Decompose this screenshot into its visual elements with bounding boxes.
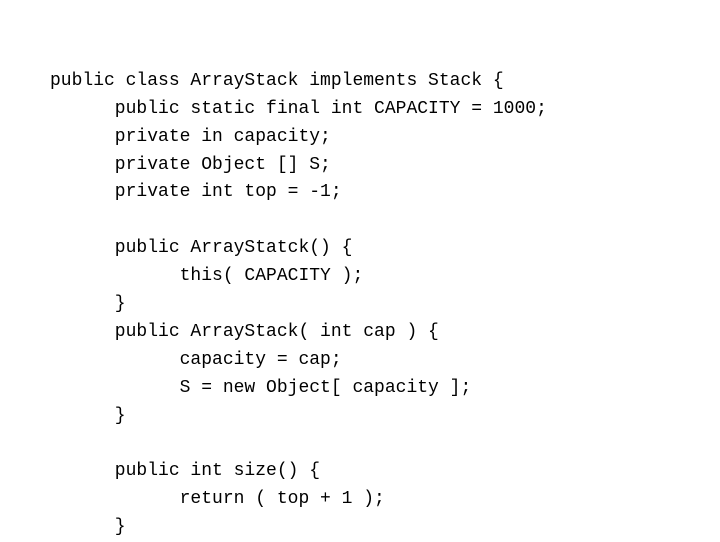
code-line-9: public ArrayStack( int cap ) {	[50, 319, 670, 347]
code-line-3: private Object [] S;	[50, 152, 670, 180]
code-line-10: capacity = cap;	[50, 347, 670, 375]
code-line-16: }	[50, 514, 670, 542]
code-line-6: public ArrayStatck() {	[50, 235, 670, 263]
code-line-11: S = new Object[ capacity ];	[50, 375, 670, 403]
code-line-12: }	[50, 403, 670, 431]
code-line-14: public int size() {	[50, 458, 670, 486]
code-line-1: public static final int CAPACITY = 1000;	[50, 96, 670, 124]
code-line-15: return ( top + 1 );	[50, 486, 670, 514]
code-block: public class ArrayStack implements Stack…	[0, 0, 720, 540]
code-line-5	[50, 207, 670, 235]
code-line-7: this( CAPACITY );	[50, 263, 670, 291]
code-line-4: private int top = -1;	[50, 179, 670, 207]
code-line-13	[50, 430, 670, 458]
code-line-2: private in capacity;	[50, 124, 670, 152]
code-line-0: public class ArrayStack implements Stack…	[50, 68, 670, 96]
code-line-8: }	[50, 291, 670, 319]
